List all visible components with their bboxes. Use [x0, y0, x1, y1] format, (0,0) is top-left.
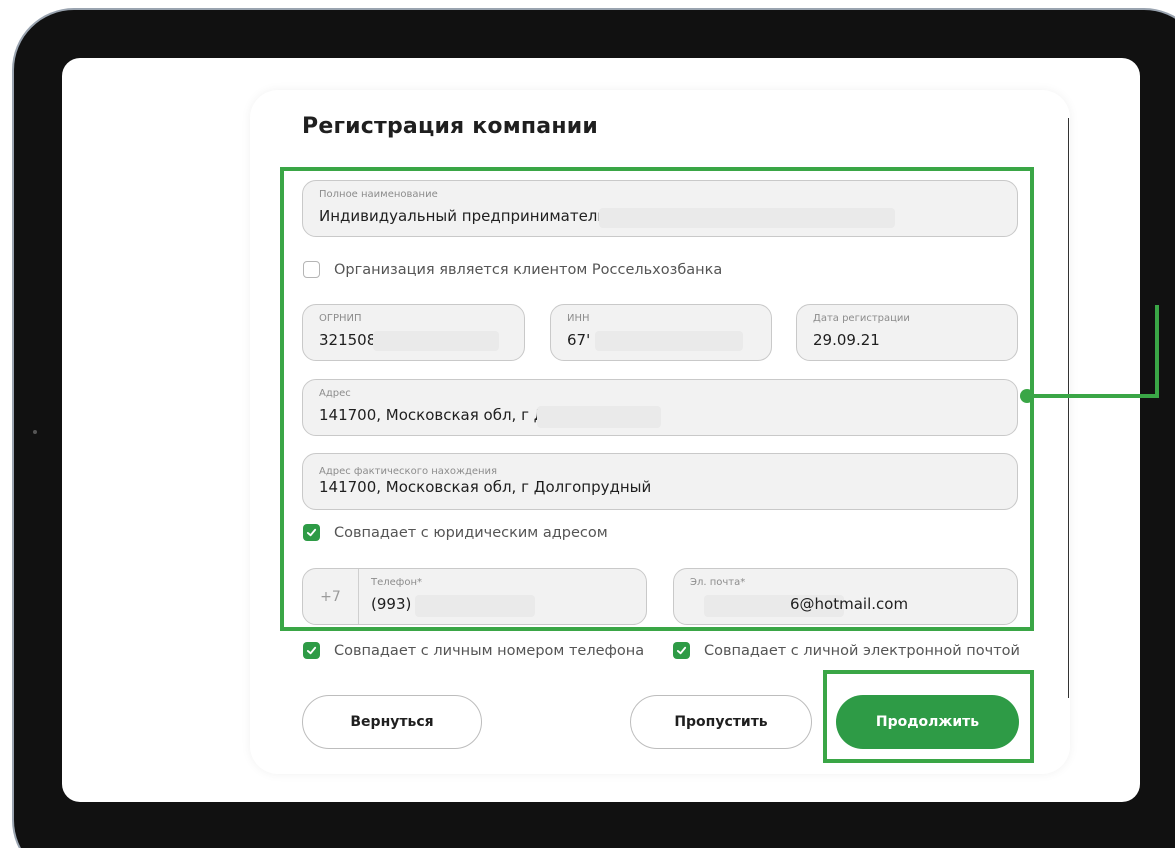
- same-email-row[interactable]: Совпадает с личной электронной почтой: [673, 642, 1020, 659]
- skip-button[interactable]: Пропустить: [630, 695, 812, 749]
- highlight-form-fields: [280, 167, 1034, 631]
- same-phone-label: Совпадает с личным номером телефона: [334, 642, 645, 659]
- check-icon: [676, 646, 687, 655]
- callout-line-horizontal: [1027, 394, 1159, 398]
- same-email-label: Совпадает с личной электронной почтой: [704, 642, 1020, 659]
- card-edge-line: [1068, 118, 1069, 698]
- check-icon: [306, 646, 317, 655]
- callout-line-vertical: [1155, 305, 1159, 398]
- same-phone-checkbox[interactable]: [303, 642, 320, 659]
- highlight-continue-button: [823, 670, 1034, 763]
- same-phone-row[interactable]: Совпадает с личным номером телефона: [303, 642, 644, 659]
- camera-dot: [33, 430, 37, 434]
- same-email-checkbox[interactable]: [673, 642, 690, 659]
- back-button[interactable]: Вернуться: [302, 695, 482, 749]
- page-title: Регистрация компании: [302, 114, 598, 139]
